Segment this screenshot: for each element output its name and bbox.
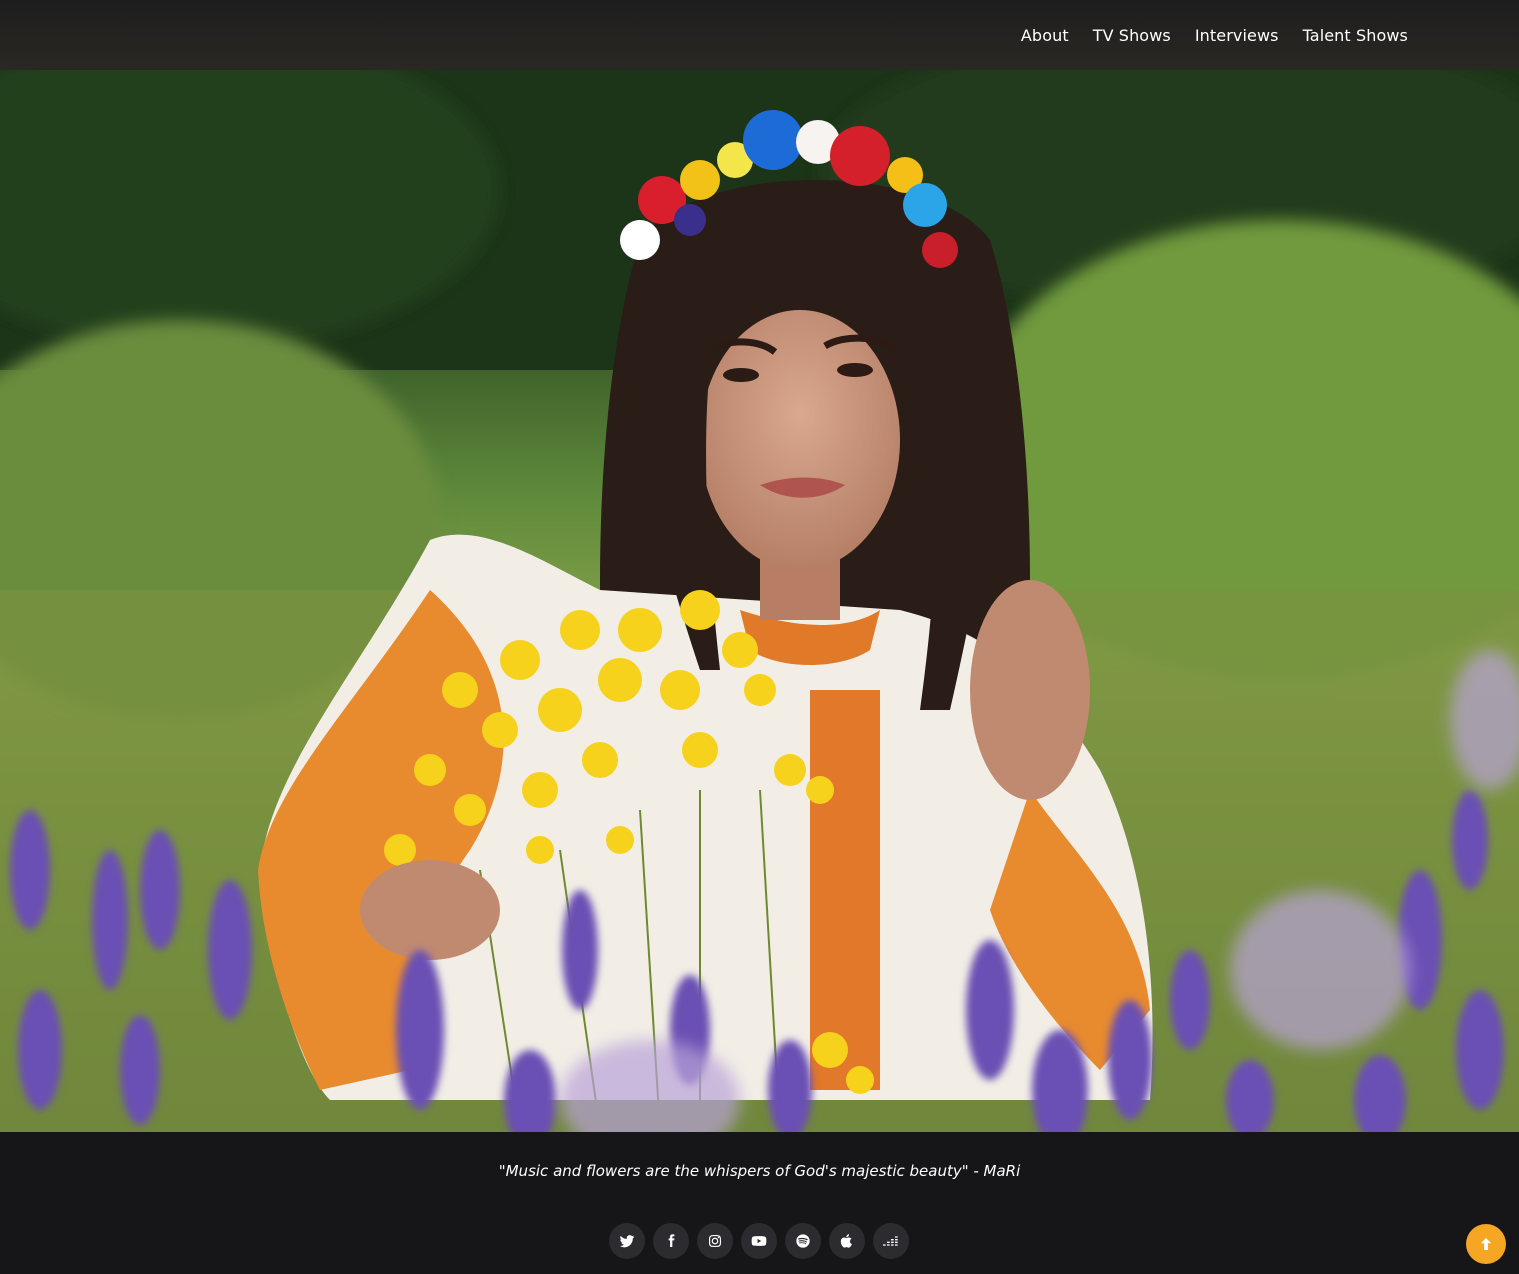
deezer-button[interactable]	[873, 1223, 909, 1259]
deezer-icon	[883, 1236, 898, 1246]
back-to-top-button[interactable]	[1466, 1224, 1506, 1264]
hero-photo	[0, 70, 1519, 1132]
twitter-button[interactable]	[609, 1223, 645, 1259]
spotify-button[interactable]	[785, 1223, 821, 1259]
footer: "Music and flowers are the whispers of G…	[0, 1132, 1519, 1274]
nav-link-talent-shows[interactable]: Talent Shows	[1303, 26, 1408, 45]
youtube-icon	[751, 1236, 767, 1246]
youtube-button[interactable]	[741, 1223, 777, 1259]
instagram-button[interactable]	[697, 1223, 733, 1259]
footer-quote: "Music and flowers are the whispers of G…	[498, 1162, 1021, 1180]
arrow-up-icon	[1480, 1238, 1492, 1250]
twitter-icon	[619, 1235, 635, 1248]
spotify-icon	[796, 1234, 810, 1248]
facebook-icon	[668, 1234, 675, 1247]
instagram-icon	[709, 1235, 721, 1247]
nav-link-interviews[interactable]: Interviews	[1195, 26, 1279, 45]
nav-menu: About TV Shows Interviews Talent Shows	[1021, 0, 1408, 70]
facebook-button[interactable]	[653, 1223, 689, 1259]
navbar: About TV Shows Interviews Talent Shows	[0, 0, 1519, 70]
hero-illustration	[0, 70, 1519, 1132]
nav-link-about[interactable]: About	[1021, 26, 1069, 45]
apple-icon	[840, 1234, 852, 1248]
apple-music-button[interactable]	[829, 1223, 865, 1259]
nav-link-tv-shows[interactable]: TV Shows	[1093, 26, 1171, 45]
social-links	[609, 1223, 909, 1259]
